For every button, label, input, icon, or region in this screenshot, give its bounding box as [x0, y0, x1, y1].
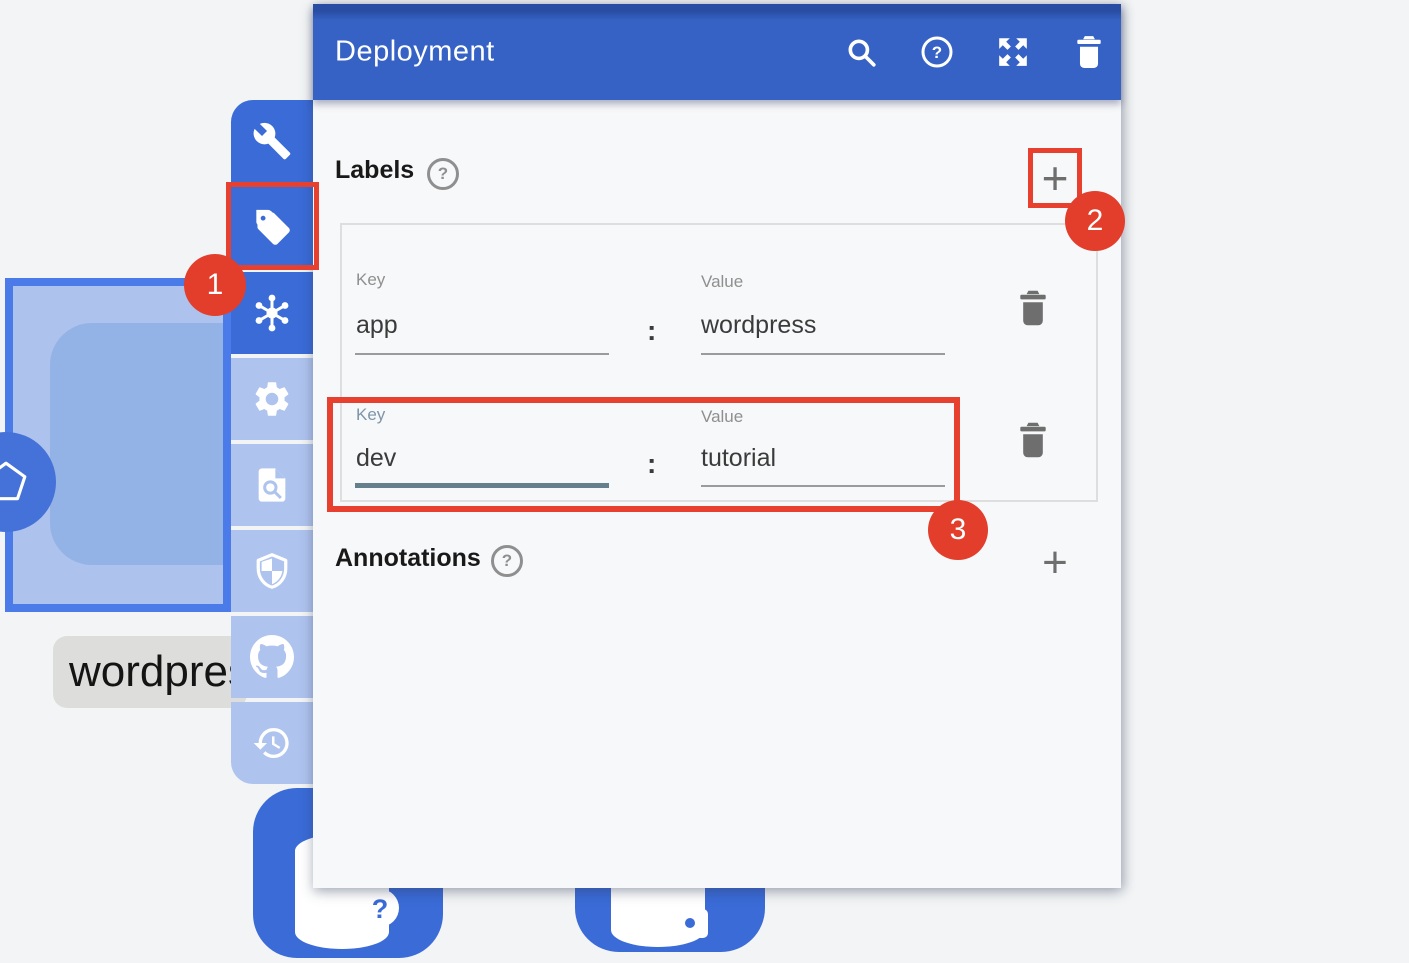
annotations-help-icon[interactable]: ?	[491, 545, 523, 577]
document-search-icon	[252, 465, 292, 505]
deployment-panel: Deployment ?	[313, 4, 1121, 888]
pentagon-icon	[0, 459, 29, 505]
question-badge: ?	[372, 894, 389, 924]
toolbar-item-build[interactable]	[231, 100, 313, 182]
node-label: wordpress	[53, 636, 247, 708]
panel-title: Deployment	[335, 36, 495, 69]
wordpress-node-inner	[50, 323, 231, 565]
shield-icon	[252, 551, 292, 591]
key-field-label: Key	[356, 270, 385, 290]
svg-text:?: ?	[932, 43, 942, 62]
delete-icon[interactable]	[1072, 35, 1106, 69]
toolbar-item-settings[interactable]	[231, 358, 313, 440]
highlight-box-new-label-row	[327, 397, 960, 512]
panel-header: Deployment ?	[313, 4, 1121, 100]
step-badge-1: 1	[184, 254, 246, 316]
add-annotation-button[interactable]: +	[1029, 537, 1081, 589]
expand-icon[interactable]	[996, 35, 1030, 69]
toolbar-item-doc-search[interactable]	[231, 444, 313, 526]
toolbar-item-history[interactable]	[231, 702, 313, 784]
github-icon	[250, 635, 294, 679]
key-underline	[355, 353, 609, 355]
header-icons: ?	[844, 4, 1106, 100]
step-badge-3: 3	[928, 500, 988, 560]
history-icon	[252, 723, 292, 763]
annotations-section-title: Annotations	[335, 544, 481, 573]
key-field-app[interactable]: app	[356, 311, 398, 340]
step-badge-2: 2	[1065, 191, 1125, 251]
kv-separator: :	[647, 315, 656, 347]
help-icon[interactable]: ?	[920, 35, 954, 69]
value-field-wordpress[interactable]: wordpress	[701, 311, 816, 340]
gear-icon	[251, 378, 293, 420]
value-underline	[701, 353, 945, 355]
labels-help-icon[interactable]: ?	[427, 158, 459, 190]
toolbar-item-security[interactable]	[231, 530, 313, 612]
delete-row-button[interactable]	[1018, 289, 1050, 329]
labels-section-title: Labels	[335, 156, 414, 185]
delete-row-button[interactable]	[1018, 421, 1050, 461]
search-icon[interactable]	[844, 35, 878, 69]
highlight-box-labels-tool	[226, 182, 319, 270]
hub-icon	[250, 291, 294, 335]
value-field-label: Value	[701, 272, 743, 292]
toolbar-item-github[interactable]	[231, 616, 313, 698]
wrench-icon	[252, 121, 292, 161]
